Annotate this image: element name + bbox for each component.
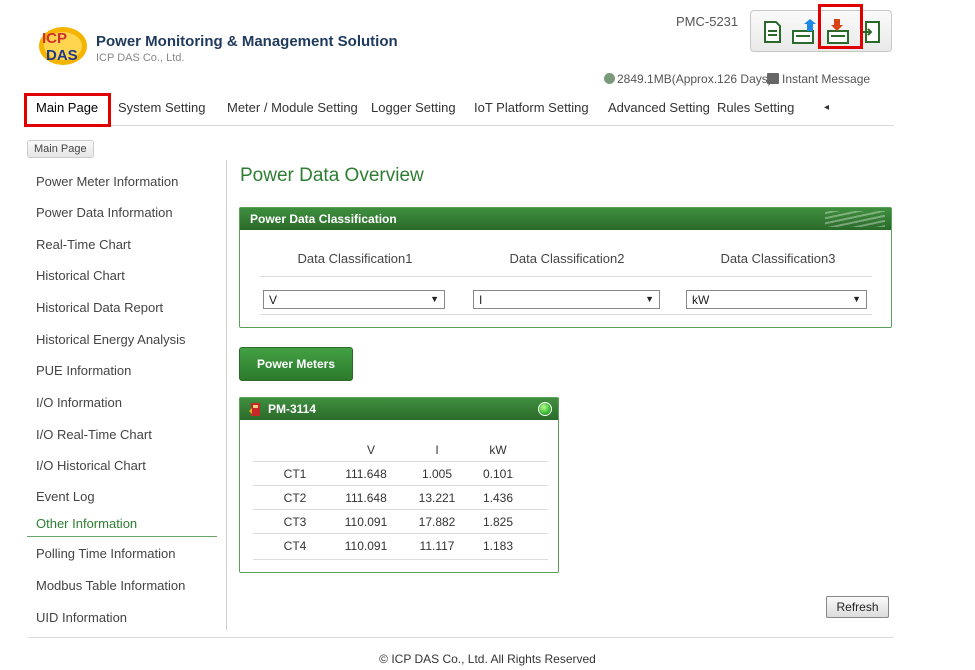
logout-icon[interactable] [860, 19, 886, 45]
row-ct4-i: 11.117 [419, 539, 455, 553]
message-icon [767, 73, 779, 84]
row-ct3-label: CT3 [283, 515, 307, 529]
sidebar-item-historical-chart[interactable]: Historical Chart [36, 268, 125, 283]
sidebar-item-modbus-table-information[interactable]: Modbus Table Information [36, 578, 185, 593]
row-ct2-v: 111.648 [345, 491, 387, 505]
refresh-button[interactable]: Refresh [826, 596, 889, 618]
nav-logger-setting[interactable]: Logger Setting [371, 100, 456, 115]
company-name: ICP DAS Co., Ltd. [96, 52, 185, 64]
row-divider [253, 509, 548, 510]
sidebar-item-historical-energy-analysis[interactable]: Historical Energy Analysis [36, 332, 186, 347]
instant-message-label: Instant Message [782, 72, 871, 86]
page-title: Power Data Overview [240, 165, 424, 186]
svg-text:DAS: DAS [46, 47, 78, 64]
sidebar-active-underline [27, 536, 217, 537]
dropdown-arrow-icon: ▼ [852, 294, 861, 304]
column-header-i: I [435, 443, 439, 457]
sidebar-item-io-real-time-chart[interactable]: I/O Real-Time Chart [36, 427, 152, 442]
nav-iot-platform-setting[interactable]: IoT Platform Setting [474, 100, 589, 115]
divider [260, 314, 872, 315]
classification-panel-title: Power Data Classification [250, 212, 397, 226]
sidebar-item-uid-information[interactable]: UID Information [36, 610, 127, 625]
column-header-kw: kW [489, 443, 507, 457]
nav-rules-setting[interactable]: Rules Setting [717, 100, 794, 115]
row-ct1-kw: 0.101 [482, 467, 514, 481]
row-ct2-label: CT2 [283, 491, 307, 505]
column-header-v: V [366, 443, 375, 457]
classification-label-3: Data Classification3 [720, 251, 836, 266]
upload-icon[interactable] [791, 19, 817, 45]
sidebar-item-power-meter-information[interactable]: Power Meter Information [36, 174, 178, 189]
nav-meter-module-setting[interactable]: Meter / Module Setting [227, 100, 358, 115]
sidebar-item-polling-time-information[interactable]: Polling Time Information [36, 546, 175, 561]
sidebar-item-power-data-information[interactable]: Power Data Information [36, 205, 173, 220]
row-ct1-v: 111.648 [345, 467, 387, 481]
disk-icon [604, 73, 615, 84]
row-ct2-kw: 1.436 [482, 491, 514, 505]
row-ct4-label: CT4 [283, 539, 307, 553]
breadcrumb[interactable]: Main Page [27, 140, 94, 158]
instant-message-link[interactable]: Instant Message [767, 72, 870, 86]
classification-panel: Power Data Classification Data Classific… [239, 207, 892, 328]
row-ct4-v: 110.091 [344, 539, 388, 553]
meter-icon [249, 403, 260, 416]
classification-label-2: Data Classification2 [509, 251, 625, 266]
sidebar: Power Meter Information Power Data Infor… [27, 160, 227, 630]
classification-select-2[interactable]: I ▼ [473, 290, 660, 309]
classification-select-3-value: kW [692, 293, 710, 307]
dropdown-arrow-icon: ▼ [430, 294, 439, 304]
nav-scroll-left-icon[interactable]: ◂ [824, 102, 829, 113]
row-ct4-kw: 1.183 [482, 539, 514, 553]
meter-name: PM-3114 [268, 402, 317, 416]
document-icon[interactable] [759, 19, 785, 45]
row-ct1-label: CT1 [283, 467, 307, 481]
row-ct3-kw: 1.825 [482, 515, 514, 529]
classification-label-1: Data Classification1 [297, 251, 413, 266]
classification-select-1[interactable]: V ▼ [263, 290, 445, 309]
nav-advanced-setting[interactable]: Advanced Setting [608, 100, 710, 115]
sidebar-item-io-information[interactable]: I/O Information [36, 395, 122, 410]
dropdown-arrow-icon: ▼ [645, 294, 654, 304]
divider [260, 276, 872, 277]
sidebar-item-historical-data-report[interactable]: Historical Data Report [36, 300, 163, 315]
storage-info: 2849.1MB(Approx.126 Days) [604, 72, 772, 86]
storage-text: 2849.1MB(Approx.126 Days) [617, 72, 772, 86]
sidebar-item-io-historical-chart[interactable]: I/O Historical Chart [36, 458, 146, 473]
meter-card-pm-3114[interactable]: PM-3114 V I kW CT1 111.648 1.005 0.101 C… [239, 397, 559, 573]
model-name: PMC-5231 [676, 14, 739, 29]
sidebar-item-real-time-chart[interactable]: Real-Time Chart [36, 237, 131, 252]
icpdas-logo: ICP DAS [39, 27, 87, 65]
sidebar-item-event-log[interactable]: Event Log [36, 489, 95, 504]
highlight-box-download [818, 4, 863, 49]
meter-card-header: PM-3114 [240, 398, 558, 420]
nav-system-setting[interactable]: System Setting [118, 100, 205, 115]
app-title: Power Monitoring & Management Solution [96, 33, 398, 50]
header-stripes-decoration [825, 211, 885, 227]
row-ct3-v: 110.091 [344, 515, 388, 529]
classification-select-1-value: V [269, 293, 278, 307]
header: ICP DAS Power Monitoring & Management So… [0, 0, 975, 95]
row-divider [253, 533, 548, 534]
row-ct1-i: 1.005 [421, 467, 453, 481]
footer-divider [28, 637, 894, 638]
footer-copyright: © ICP DAS Co., Ltd. All Rights Reserved [379, 652, 596, 666]
sidebar-item-pue-information[interactable]: PUE Information [36, 363, 131, 378]
row-divider [253, 461, 548, 462]
row-divider [253, 559, 548, 560]
row-divider [253, 485, 548, 486]
row-ct2-i: 13.221 [418, 491, 456, 505]
classification-select-2-value: I [479, 293, 483, 307]
highlight-box-main-page [24, 93, 111, 127]
main-nav: Main Page System Setting Meter / Module … [28, 96, 894, 126]
row-ct3-i: 17.882 [418, 515, 456, 529]
svg-text:ICP: ICP [42, 30, 67, 47]
classification-select-3[interactable]: kW ▼ [686, 290, 867, 309]
classification-panel-header: Power Data Classification [240, 208, 891, 230]
power-meters-button[interactable]: Power Meters [239, 347, 353, 381]
status-indicator-icon [538, 402, 552, 416]
sidebar-item-other-information[interactable]: Other Information [36, 516, 137, 531]
